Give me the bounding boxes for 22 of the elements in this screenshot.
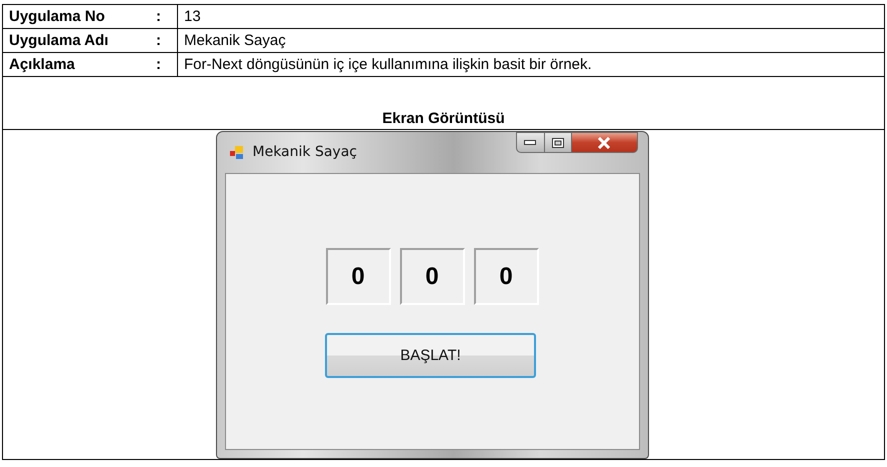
start-button[interactable]: BAŞLAT! <box>325 333 536 378</box>
field-label: Açıklama <box>9 56 75 73</box>
app-icon <box>228 144 244 160</box>
section-title: Ekran Görüntüsü <box>382 110 505 127</box>
label-separator: : <box>156 8 161 25</box>
maximize-button[interactable] <box>544 132 572 153</box>
minimize-icon <box>524 140 536 145</box>
field-label: Uygulama Adı <box>9 32 108 49</box>
field-label: Uygulama No <box>9 8 105 25</box>
close-button[interactable] <box>572 132 638 153</box>
minimize-button[interactable] <box>516 132 544 153</box>
counter-display: 0 <box>326 248 390 305</box>
maximize-icon <box>552 138 564 148</box>
field-value: For-Next döngüsünün iç içe kullanımına ilişkin basit bir örnek. <box>184 56 592 73</box>
label-separator: : <box>156 56 161 73</box>
window-title: Mekanik Sayaç <box>252 144 357 160</box>
label-separator: : <box>156 32 161 49</box>
counter-display: 0 <box>400 248 464 305</box>
counter-display: 0 <box>474 248 538 305</box>
field-value: Mekanik Sayaç <box>184 32 286 49</box>
close-icon <box>597 136 611 148</box>
field-value: 13 <box>184 8 201 25</box>
